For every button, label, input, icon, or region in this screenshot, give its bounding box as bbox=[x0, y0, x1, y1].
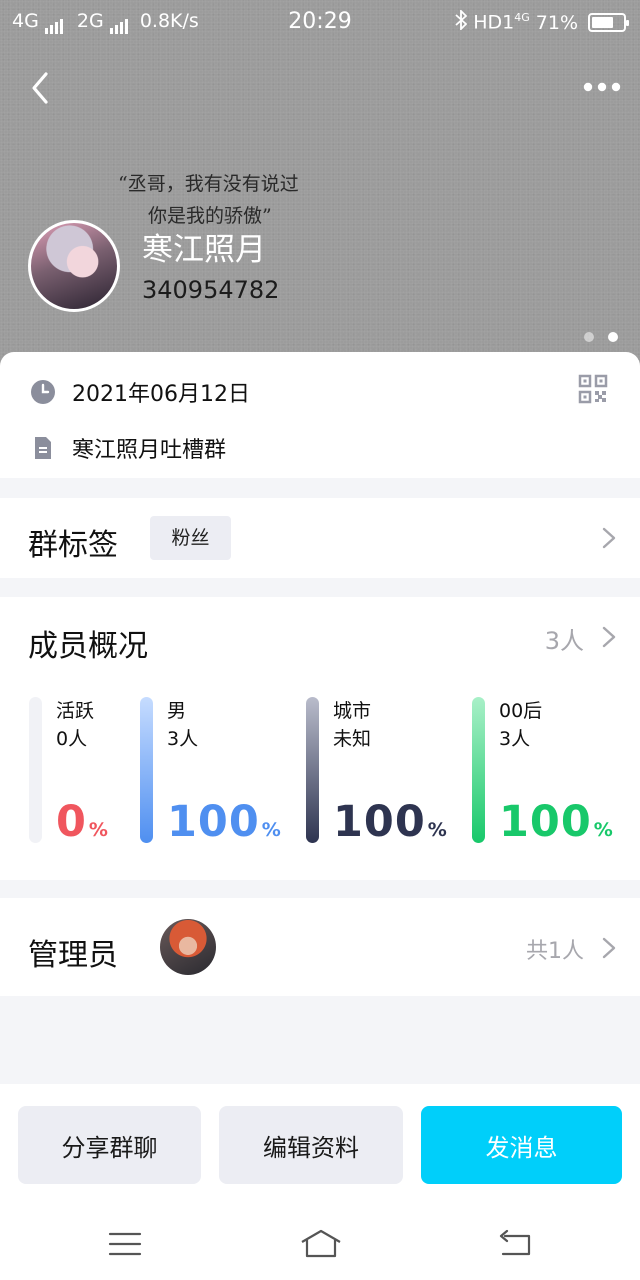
share-group-button[interactable]: 分享群聊 bbox=[18, 1106, 201, 1184]
stat-bar bbox=[306, 697, 319, 843]
tag-chip[interactable]: 粉丝 bbox=[150, 516, 231, 560]
stat-label: 男 3人 bbox=[167, 700, 199, 750]
group-description: 寒江照月吐槽群 bbox=[72, 438, 227, 463]
members-title: 成员概况 bbox=[28, 629, 148, 664]
stat-label: 城市 未知 bbox=[333, 700, 372, 750]
chevron-right-icon bbox=[602, 937, 616, 959]
stat-bar bbox=[29, 697, 42, 843]
more-button[interactable] bbox=[580, 72, 624, 102]
group-avatar[interactable] bbox=[28, 220, 120, 312]
edit-profile-button[interactable]: 编辑资料 bbox=[219, 1106, 403, 1184]
tags-title: 群标签 bbox=[28, 528, 118, 563]
admin-section[interactable]: 管理员 共1人 bbox=[0, 898, 640, 996]
group-info-card: 2021年06月12日 寒江照月吐槽群 bbox=[0, 352, 640, 478]
pager-dot-active[interactable] bbox=[608, 332, 618, 342]
send-message-button[interactable]: 发消息 bbox=[421, 1106, 622, 1184]
pager-dot[interactable] bbox=[584, 332, 594, 342]
back-nav-icon[interactable] bbox=[497, 1228, 533, 1260]
description-row: 寒江照月吐槽群 bbox=[30, 432, 226, 464]
battery-icon bbox=[588, 13, 629, 32]
admin-count: 共1人 bbox=[526, 939, 584, 964]
action-bar: 分享群聊 编辑资料 发消息 bbox=[0, 1084, 640, 1204]
admin-avatar[interactable] bbox=[160, 919, 216, 975]
stat-percent: 100% bbox=[499, 797, 614, 847]
cover-quote: “丞哥，我有没有说过 你是我的骄傲” bbox=[118, 173, 299, 227]
document-icon bbox=[30, 435, 56, 461]
more-dots-icon bbox=[583, 82, 621, 92]
stat-percent: 100% bbox=[167, 797, 282, 847]
group-tags-section[interactable]: 群标签 粉丝 bbox=[0, 498, 640, 578]
group-profile-page: 4G 2G 0.8K/s 20:29 HD14G 71% “丞哥，我有没有说过 … bbox=[0, 0, 640, 1280]
chevron-right-icon[interactable] bbox=[602, 626, 616, 648]
profile-header: 4G 2G 0.8K/s 20:29 HD14G 71% “丞哥，我有没有说过 … bbox=[0, 0, 640, 375]
home-icon[interactable] bbox=[299, 1228, 343, 1260]
stat-label: 活跃 0人 bbox=[56, 700, 95, 750]
qr-code-icon bbox=[578, 374, 608, 404]
clock-icon bbox=[30, 379, 56, 405]
menu-icon[interactable] bbox=[107, 1228, 143, 1260]
stat-percent: 100% bbox=[333, 797, 448, 847]
chevron-right-icon bbox=[602, 527, 616, 549]
back-button[interactable] bbox=[26, 68, 66, 108]
bluetooth-icon bbox=[455, 8, 468, 35]
member-overview-section: 成员概况 3人 活跃 0人 0% 男 3人 100% 城市 未知 100% 00后 3人 bbox=[0, 597, 640, 880]
group-name: 寒江照月 bbox=[142, 232, 266, 268]
admin-title: 管理员 bbox=[28, 938, 118, 973]
battery-percent: 71% bbox=[535, 11, 578, 34]
cover-pager bbox=[584, 332, 618, 342]
stat-bar bbox=[472, 697, 485, 843]
status-bar: 4G 2G 0.8K/s 20:29 HD14G 71% bbox=[0, 0, 640, 44]
created-date: 2021年06月12日 bbox=[72, 382, 250, 407]
created-date-row: 2021年06月12日 bbox=[30, 376, 250, 408]
stat-percent: 0% bbox=[56, 797, 109, 847]
chevron-left-icon bbox=[32, 72, 48, 104]
qr-code-button[interactable] bbox=[578, 374, 608, 404]
hd-indicator: HD14G bbox=[473, 11, 530, 34]
stat-bar bbox=[140, 697, 153, 843]
stat-label: 00后 3人 bbox=[499, 700, 543, 750]
system-icons: HD14G 71% bbox=[455, 8, 629, 35]
system-nav-bar bbox=[0, 1204, 640, 1280]
member-count[interactable]: 3人 bbox=[545, 621, 584, 656]
group-id: 340954782 bbox=[142, 276, 280, 304]
